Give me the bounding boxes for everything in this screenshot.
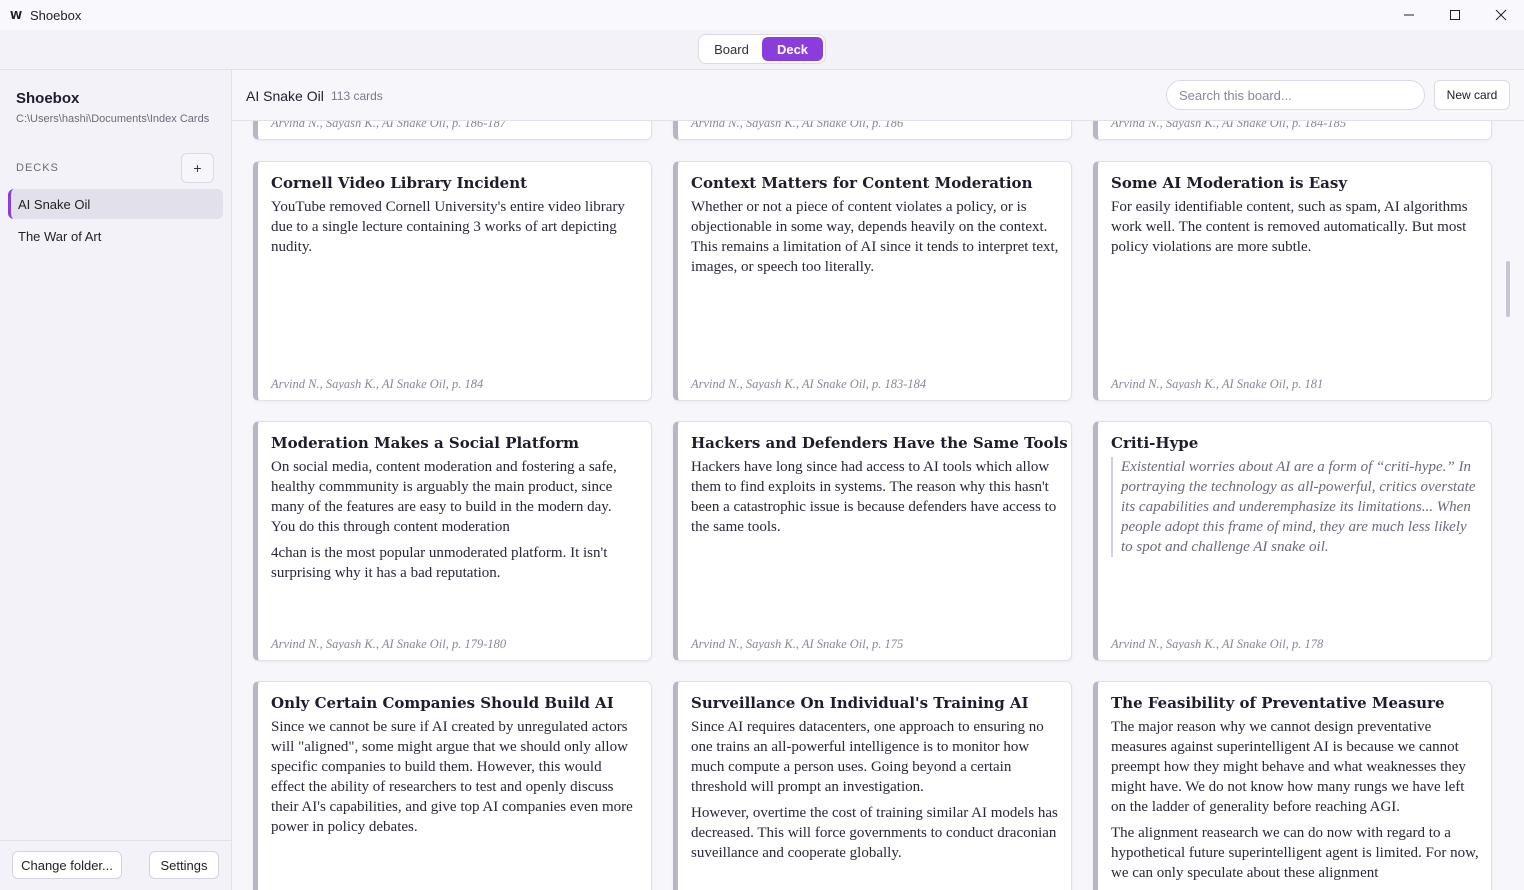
card-source: Arvind N., Sayash K., AI Snake Oil, p. 1… bbox=[691, 377, 927, 391]
scrollbar-thumb[interactable] bbox=[1506, 261, 1510, 317]
card-grid[interactable]: Arvind N., Sayash K., AI Snake Oil, p. 1… bbox=[232, 121, 1514, 890]
window-controls bbox=[1386, 0, 1524, 30]
card-paragraph: For easily identifiable content, such as… bbox=[1111, 199, 1468, 255]
card-count: 113 cards bbox=[331, 89, 383, 103]
card-source: Arvind N., Sayash K., AI Snake Oil, p. 1… bbox=[1111, 121, 1347, 130]
close-icon[interactable] bbox=[1478, 0, 1524, 30]
card-paragraph: Whether or not a piece of content violat… bbox=[691, 199, 1059, 275]
card[interactable]: Some AI Moderation is Easy For easily id… bbox=[1093, 161, 1492, 401]
card-paragraph: The major reason why we cannot design pr… bbox=[1111, 719, 1466, 815]
card-paragraph: Hackers have long since had access to AI… bbox=[691, 459, 1057, 535]
card[interactable]: Arvind N., Sayash K., AI Snake Oil, p. 1… bbox=[253, 121, 652, 140]
app-logo-icon: W bbox=[10, 8, 23, 22]
new-card-button[interactable]: New card bbox=[1434, 80, 1510, 110]
deck-item-ai-snake-oil[interactable]: AI Snake Oil bbox=[8, 189, 223, 219]
card-source: Arvind N., Sayash K., AI Snake Oil, p. 1… bbox=[691, 637, 904, 651]
card-title: Some AI Moderation is Easy bbox=[1111, 174, 1348, 192]
card[interactable]: Hackers and Defenders Have the Same Tool… bbox=[673, 421, 1072, 661]
card-title: Surveillance On Individual's Training AI bbox=[691, 694, 1029, 712]
folder-path: C:\Users\hashi\Documents\Index Cards bbox=[16, 113, 210, 125]
card-title: Only Certain Companies Should Build AI bbox=[271, 694, 614, 712]
card-body: Existential worries about AI are a form … bbox=[1111, 457, 1479, 563]
card-paragraph: Since AI requires datacenters, one appro… bbox=[691, 719, 1044, 795]
title-bar: W Shoebox bbox=[0, 0, 1524, 30]
board-header: AI Snake Oil 113 cards Search this board… bbox=[232, 70, 1524, 121]
card[interactable]: Cornell Video Library Incident YouTube r… bbox=[253, 161, 652, 401]
deck-view-button[interactable]: Deck bbox=[762, 37, 823, 61]
card-source: Arvind N., Sayash K., AI Snake Oil, p. 1… bbox=[691, 121, 904, 130]
card-paragraph: On social media, content moderation and … bbox=[271, 459, 617, 535]
card-paragraph: YouTube removed Cornell University's ent… bbox=[271, 199, 625, 255]
card-body: On social media, content moderation and … bbox=[271, 457, 639, 589]
card[interactable]: The Feasibility of Preventative Measure … bbox=[1093, 681, 1492, 890]
card-body: For easily identifiable content, such as… bbox=[1111, 197, 1479, 263]
card-source: Arvind N., Sayash K., AI Snake Oil, p. 1… bbox=[271, 377, 484, 391]
card-body: YouTube removed Cornell University's ent… bbox=[271, 197, 639, 263]
card-body: Since we cannot be sure if AI created by… bbox=[271, 717, 639, 843]
card-title: Cornell Video Library Incident bbox=[271, 174, 528, 192]
card-title: Hackers and Defenders Have the Same Tool… bbox=[691, 434, 1068, 452]
add-deck-button[interactable]: + bbox=[181, 153, 214, 183]
card-source: Arvind N., Sayash K., AI Snake Oil, p. 1… bbox=[1111, 637, 1324, 651]
card-source: Arvind N., Sayash K., AI Snake Oil, p. 1… bbox=[1111, 377, 1324, 391]
card[interactable]: Context Matters for Content Moderation W… bbox=[673, 161, 1072, 401]
maximize-icon[interactable] bbox=[1432, 0, 1478, 30]
card-source: Arvind N., Sayash K., AI Snake Oil, p. 1… bbox=[271, 637, 507, 651]
card-body: Hackers have long since had access to AI… bbox=[691, 457, 1059, 543]
sidebar-title: Shoebox bbox=[16, 90, 80, 107]
search-input[interactable]: Search this board... bbox=[1166, 80, 1425, 110]
card[interactable]: Arvind N., Sayash K., AI Snake Oil, p. 1… bbox=[673, 121, 1072, 140]
card-paragraph: 4chan is the most popular unmoderated pl… bbox=[271, 545, 608, 581]
card-quote: Existential worries about AI are a form … bbox=[1111, 457, 1479, 557]
minimize-icon[interactable] bbox=[1386, 0, 1432, 30]
card-paragraph: The alignment reasearch we can do now wi… bbox=[1111, 825, 1479, 881]
settings-button[interactable]: Settings bbox=[149, 851, 219, 879]
board-name: AI Snake Oil bbox=[246, 88, 324, 104]
view-toggle-bar: Board Deck bbox=[0, 30, 1524, 70]
card-body: Whether or not a piece of content violat… bbox=[691, 197, 1059, 283]
card-body: Since AI requires datacenters, one appro… bbox=[691, 717, 1059, 869]
card-paragraph: Since we cannot be sure if AI created by… bbox=[271, 719, 633, 835]
decks-heading: DECKS bbox=[16, 162, 59, 174]
card[interactable]: Moderation Makes a Social Platform On so… bbox=[253, 421, 652, 661]
card-paragraph: However, overtime the cost of training s… bbox=[691, 805, 1058, 861]
window-title: Shoebox bbox=[30, 7, 82, 23]
card-title: Context Matters for Content Moderation bbox=[691, 174, 1033, 192]
sidebar-footer: Change folder... Settings bbox=[0, 840, 231, 890]
card-body: The major reason why we cannot design pr… bbox=[1111, 717, 1479, 889]
card-title: The Feasibility of Preventative Measure bbox=[1111, 694, 1445, 712]
board-view-button[interactable]: Board bbox=[701, 37, 762, 61]
view-toggle: Board Deck bbox=[698, 34, 826, 64]
card-source: Arvind N., Sayash K., AI Snake Oil, p. 1… bbox=[271, 121, 507, 130]
sidebar: Shoebox C:\Users\hashi\Documents\Index C… bbox=[0, 70, 232, 890]
deck-list: AI Snake Oil The War of Art bbox=[8, 189, 223, 253]
change-folder-button[interactable]: Change folder... bbox=[12, 851, 122, 879]
card[interactable]: Criti-Hype Existential worries about AI … bbox=[1093, 421, 1492, 661]
deck-item-the-war-of-art[interactable]: The War of Art bbox=[8, 221, 223, 251]
card[interactable]: Only Certain Companies Should Build AI S… bbox=[253, 681, 652, 890]
card[interactable]: Surveillance On Individual's Training AI… bbox=[673, 681, 1072, 890]
card-title: Criti-Hype bbox=[1111, 434, 1199, 452]
card-title: Moderation Makes a Social Platform bbox=[271, 434, 580, 452]
card[interactable]: Arvind N., Sayash K., AI Snake Oil, p. 1… bbox=[1093, 121, 1492, 140]
